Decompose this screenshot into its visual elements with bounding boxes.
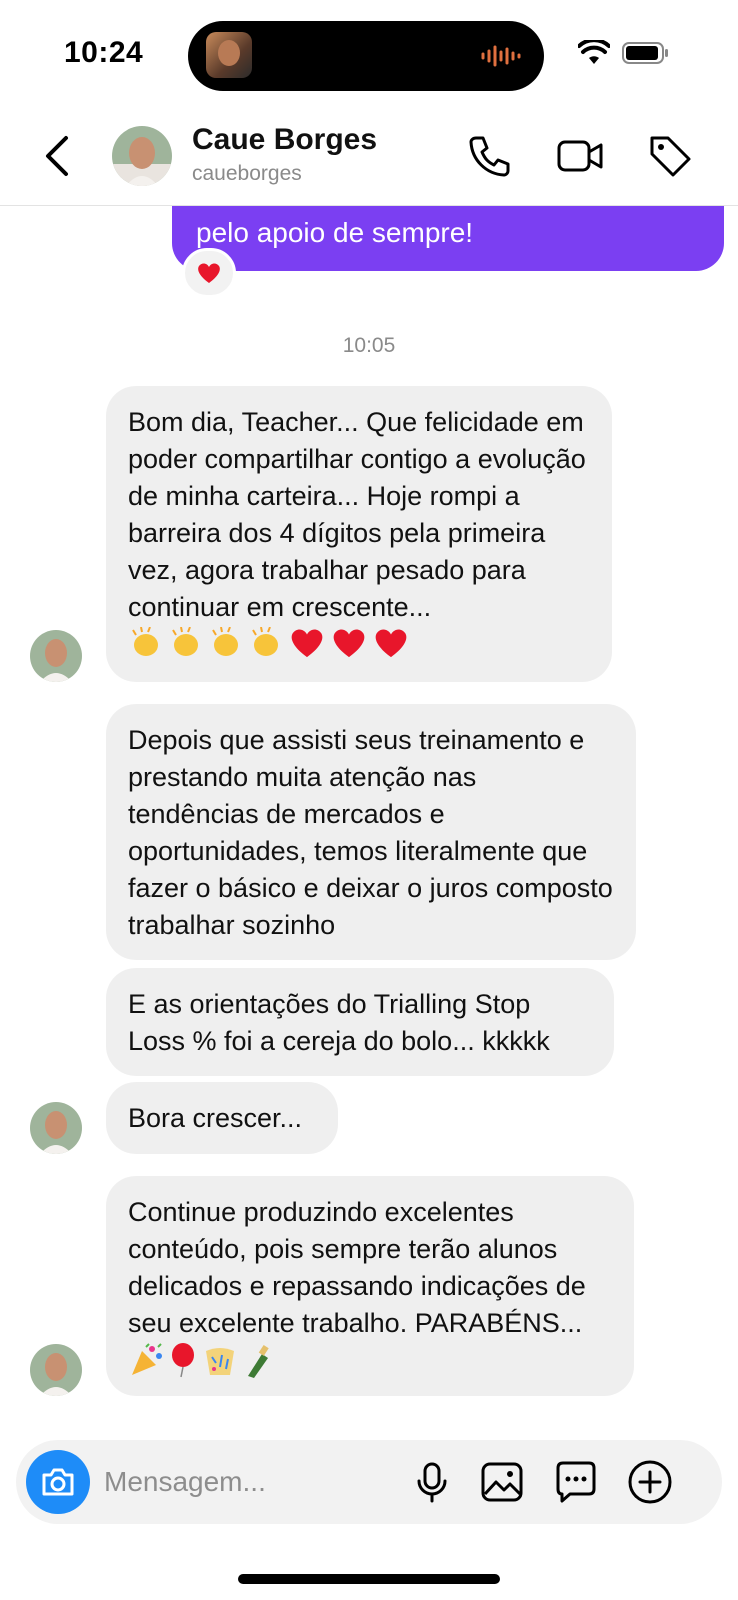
battery-icon <box>622 42 668 64</box>
message-text: Continue produzindo excelentes conteúdo,… <box>128 1197 586 1338</box>
dynamic-island[interactable] <box>188 21 544 91</box>
outgoing-message-bubble[interactable]: pelo apoio de sempre! <box>172 206 724 271</box>
message-timestamp: 10:05 <box>342 334 396 357</box>
sticker-icon[interactable] <box>552 1458 600 1506</box>
incoming-message-bubble[interactable]: Bom dia, Teacher... Que felicidade em po… <box>106 386 612 682</box>
clap-icon <box>252 627 278 656</box>
wifi-icon <box>578 40 610 64</box>
plus-icon[interactable] <box>626 1458 674 1506</box>
incoming-message-bubble[interactable]: E as orientações do Trialling Stop Loss … <box>106 968 614 1076</box>
champagne-icon <box>248 1345 269 1378</box>
clap-icon <box>212 627 238 656</box>
camera-icon <box>42 1468 74 1496</box>
back-chevron-icon[interactable] <box>42 134 72 178</box>
microphone-icon[interactable] <box>408 1458 456 1506</box>
contact-avatar[interactable] <box>112 126 172 186</box>
heart-icon <box>375 629 407 658</box>
message-text: E as orientações do Trialling Stop Loss … <box>128 989 550 1056</box>
status-bar: 10:24 <box>0 0 738 110</box>
contact-name[interactable]: Caue Borges <box>192 123 377 157</box>
message-text: Bora crescer... <box>128 1103 303 1133</box>
incoming-message-bubble[interactable]: Bora crescer... <box>106 1082 338 1154</box>
heart-icon <box>291 629 323 658</box>
video-icon[interactable] <box>556 132 604 180</box>
outgoing-message-text: pelo apoio de sempre! <box>196 217 474 248</box>
emoji-group <box>128 1342 272 1378</box>
message-reaction[interactable] <box>182 248 236 298</box>
emoji-group <box>128 626 410 660</box>
clap-icon <box>172 627 198 656</box>
incoming-message-bubble[interactable]: Depois que assisti seus treinamento e pr… <box>106 704 636 960</box>
message-text: Bom dia, Teacher... Que felicidade em po… <box>128 407 586 622</box>
sender-avatar[interactable] <box>30 1102 82 1154</box>
tag-icon[interactable] <box>646 132 694 180</box>
message-text: Depois que assisti seus treinamento e pr… <box>128 725 613 940</box>
image-icon[interactable] <box>478 1458 526 1506</box>
home-indicator[interactable] <box>238 1574 500 1584</box>
sender-avatar[interactable] <box>30 630 82 682</box>
camera-button[interactable] <box>26 1450 90 1514</box>
now-playing-thumbnail <box>206 32 252 78</box>
message-composer <box>16 1440 722 1524</box>
audio-wave-icon <box>481 45 521 67</box>
status-time: 10:24 <box>64 36 144 69</box>
chat-header: Caue Borges caueborges <box>0 110 738 206</box>
heart-icon <box>333 629 365 658</box>
sender-avatar[interactable] <box>30 1344 82 1396</box>
party-popper-icon <box>132 1343 162 1375</box>
contact-handle: caueborges <box>192 162 302 185</box>
balloon-icon <box>172 1343 194 1378</box>
heart-icon <box>198 263 220 283</box>
phone-icon[interactable] <box>466 132 514 180</box>
conversation-scroll[interactable]: pelo apoio de sempre! 10:05 Bom dia, Tea… <box>0 206 738 1430</box>
confetti-icon <box>206 1348 234 1375</box>
clap-icon <box>132 627 158 656</box>
incoming-message-bubble[interactable]: Continue produzindo excelentes conteúdo,… <box>106 1176 634 1396</box>
message-input[interactable] <box>104 1460 404 1504</box>
